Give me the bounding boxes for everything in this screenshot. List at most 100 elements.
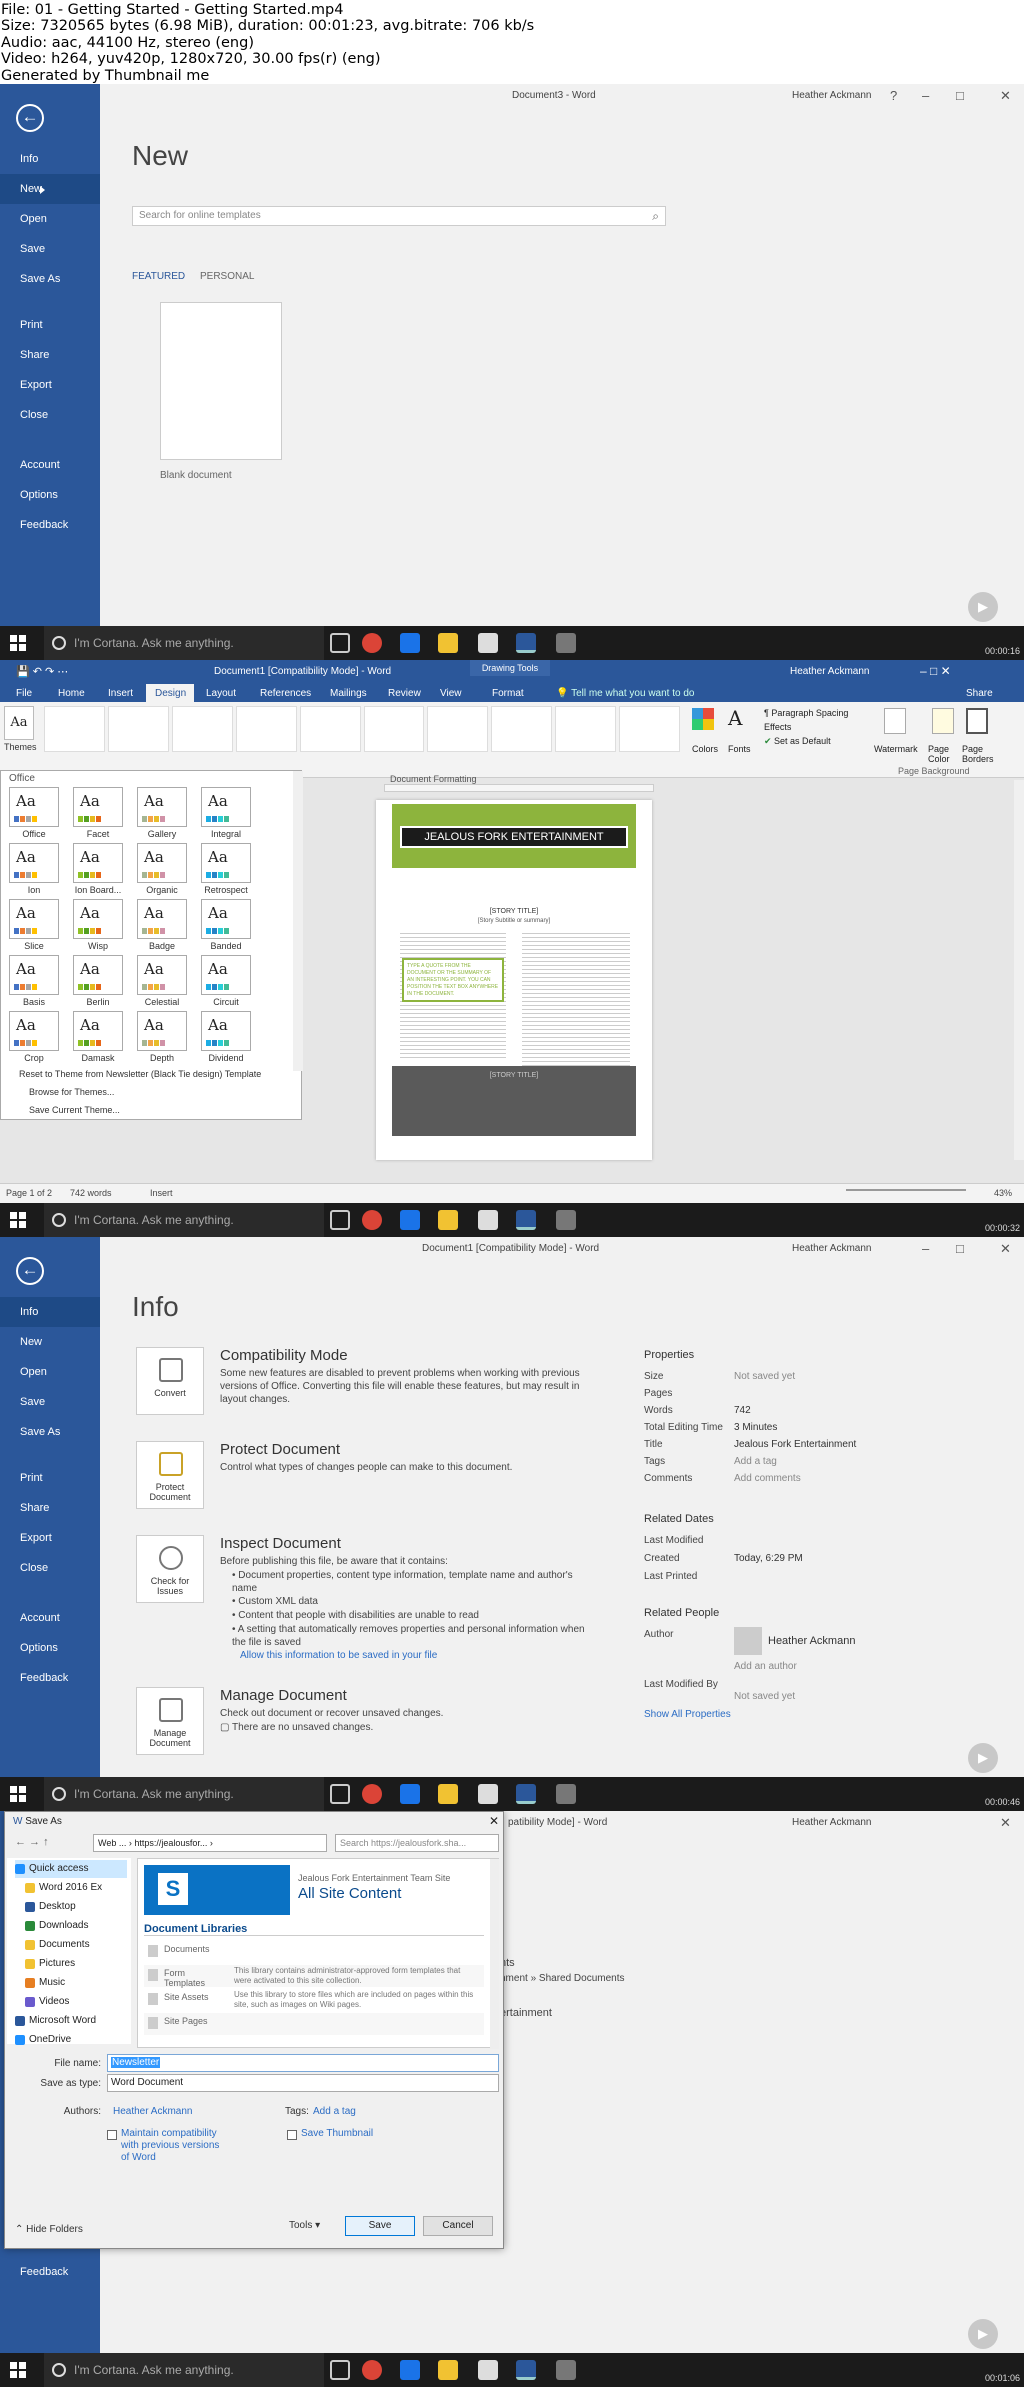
nav-arrows[interactable]: ← → ↑ (15, 1836, 49, 1848)
tab-insert[interactable]: Insert (108, 688, 133, 699)
word-icon[interactable] (516, 2360, 536, 2380)
nav-feedback[interactable]: Feedback (0, 2257, 100, 2287)
explorer-icon[interactable] (438, 2360, 458, 2380)
prop-value[interactable]: Jealous Fork Entertainment (734, 1439, 856, 1450)
page-borders-icon[interactable] (966, 708, 988, 734)
sp-site-name[interactable]: Jealous Fork Entertainment Team Site (298, 1873, 450, 1883)
tools-button[interactable]: Tools ▾ (289, 2220, 320, 2231)
edge-icon[interactable] (400, 1210, 420, 1230)
cortana-search[interactable]: I'm Cortana. Ask me anything. (44, 626, 324, 660)
chrome-icon[interactable] (362, 1210, 382, 1230)
store-icon[interactable] (478, 633, 498, 653)
cortana-search[interactable]: I'm Cortana. Ask me anything. (44, 1203, 324, 1237)
theme-berlin[interactable]: Aa Berlin (73, 955, 125, 1009)
author-name[interactable]: Heather Ackmann (768, 1635, 855, 1647)
status-mode[interactable]: Insert (150, 1184, 173, 1203)
nav-account[interactable]: Account (0, 1603, 100, 1633)
save-type-select[interactable]: Word Document (107, 2074, 499, 2092)
tab-featured[interactable]: FEATURED (132, 271, 185, 282)
theme-retrospect[interactable]: Aa Retrospect (201, 843, 253, 897)
nav-options[interactable]: Options (0, 480, 100, 510)
store-icon[interactable] (478, 1210, 498, 1230)
close-icon[interactable]: ✕ (1000, 1241, 1011, 1257)
nav-pane-item[interactable]: Music (25, 1974, 65, 1992)
window-controls[interactable]: – □ ✕ (920, 664, 951, 678)
theme-celestial[interactable]: Aa Celestial (137, 955, 189, 1009)
cortana-search[interactable]: I'm Cortana. Ask me anything. (44, 1777, 324, 1811)
word-icon[interactable] (516, 633, 536, 653)
check-issues-button[interactable]: Check for Issues (136, 1535, 204, 1603)
hide-folders-button[interactable]: ⌃ Hide Folders (15, 2224, 83, 2235)
word-icon[interactable] (516, 1784, 536, 1804)
theme-basis[interactable]: Aa Basis (9, 955, 61, 1009)
watermark-icon[interactable] (884, 708, 906, 734)
nav-new[interactable]: New (0, 1327, 100, 1357)
quick-access-toolbar[interactable]: 💾 ↶ ↷ ⋯ (16, 665, 68, 678)
tab-personal[interactable]: PERSONAL (200, 271, 254, 282)
style-set[interactable] (44, 706, 105, 752)
maintain-compat-checkbox[interactable] (107, 2130, 117, 2140)
windows-start-icon[interactable] (10, 635, 26, 651)
chrome-icon[interactable] (362, 1784, 382, 1804)
minimize-icon[interactable]: – (922, 88, 929, 103)
effects-button[interactable]: Effects (764, 722, 791, 732)
nav-pane-item[interactable]: Desktop (25, 1898, 76, 1916)
windows-start-icon[interactable] (10, 1212, 26, 1228)
word-icon[interactable] (516, 1210, 536, 1230)
play-icon[interactable]: ▶ (968, 1743, 998, 1773)
nav-account[interactable]: Account (0, 450, 100, 480)
paragraph-spacing-button[interactable]: ¶ Paragraph Spacing (764, 708, 848, 718)
edge-icon[interactable] (400, 2360, 420, 2380)
fonts-button[interactable]: Fonts (728, 744, 751, 754)
restore-icon[interactable]: □ (956, 88, 964, 103)
nav-info[interactable]: Info (0, 144, 100, 174)
style-set[interactable] (555, 706, 617, 752)
windows-start-icon[interactable] (10, 1786, 26, 1802)
snagit-icon[interactable] (556, 1210, 576, 1230)
save-thumbnail-checkbox[interactable] (287, 2130, 297, 2140)
nav-pane-item[interactable]: Downloads (25, 1917, 88, 1935)
reset-theme-item[interactable]: Reset to Theme from Newsletter (Black Ti… (19, 1069, 261, 1079)
user-name[interactable]: Heather Ackmann (790, 666, 870, 677)
nav-export[interactable]: Export (0, 370, 100, 400)
theme-depth[interactable]: Aa Depth (137, 1011, 189, 1065)
explorer-icon[interactable] (438, 633, 458, 653)
theme-slice[interactable]: Aa Slice (9, 899, 61, 953)
task-view-icon[interactable] (330, 2360, 350, 2380)
user-name[interactable]: Heather Ackmann (792, 90, 872, 101)
add-author-link[interactable]: Add an author (734, 1661, 797, 1672)
status-page[interactable]: Page 1 of 2 (6, 1184, 52, 1203)
theme-office[interactable]: Aa Office (9, 787, 61, 841)
user-name[interactable]: Heather Ackmann (792, 1817, 872, 1828)
tell-me-box[interactable]: 💡 Tell me what you want to do (556, 688, 694, 699)
theme-crop[interactable]: Aa Crop (9, 1011, 61, 1065)
ruler[interactable] (384, 784, 654, 792)
themes-icon[interactable]: Aa (4, 706, 34, 740)
cancel-button[interactable]: Cancel (423, 2216, 493, 2236)
nav-new[interactable]: New (0, 174, 100, 204)
nav-feedback[interactable]: Feedback (0, 510, 100, 540)
theme-organic[interactable]: Aa Organic (137, 843, 189, 897)
themes-button[interactable]: Themes (4, 742, 37, 752)
colors-button[interactable]: Colors (692, 744, 718, 754)
nav-options[interactable]: Options (0, 1633, 100, 1663)
save-theme-item[interactable]: Save Current Theme... (29, 1105, 120, 1115)
tab-references[interactable]: References (260, 688, 311, 699)
authors-value[interactable]: Heather Ackmann (113, 2106, 193, 2117)
theme-damask[interactable]: Aa Damask (73, 1011, 125, 1065)
nav-open[interactable]: Open (0, 204, 100, 234)
tab-file[interactable]: File (16, 688, 32, 699)
library-row[interactable]: Form Templates This library contains admi… (144, 1965, 484, 1988)
zoom-level[interactable]: 43% (994, 1184, 1012, 1203)
browse-themes-item[interactable]: Browse for Themes... (29, 1087, 114, 1097)
tags-value[interactable]: Add a tag (313, 2106, 356, 2117)
address-bar[interactable]: Web ... › https://jealousfor... › (93, 1834, 327, 1852)
properties-title[interactable]: Properties (644, 1349, 694, 1361)
nav-share[interactable]: Share (0, 340, 100, 370)
help-icon[interactable]: ? (890, 88, 897, 103)
doc-scrollbar[interactable] (1014, 780, 1024, 1160)
nav-pane-item[interactable]: Word 2016 Ex (25, 1879, 102, 1897)
store-icon[interactable] (478, 1784, 498, 1804)
style-set[interactable] (427, 706, 489, 752)
nav-export[interactable]: Export (0, 1523, 100, 1553)
